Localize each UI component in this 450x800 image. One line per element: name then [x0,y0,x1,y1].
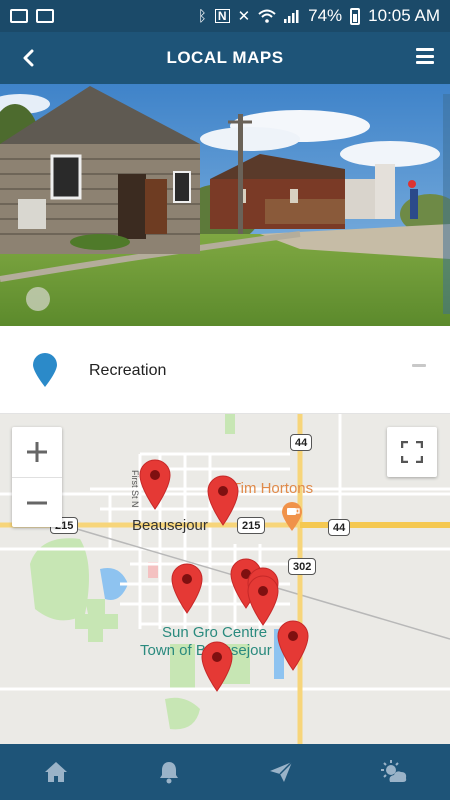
map-marker-2[interactable] [206,474,240,526]
map-marker-7[interactable] [276,619,310,671]
battery-icon [350,7,361,25]
zoom-controls [12,427,62,527]
nav-weather[interactable] [338,744,450,800]
status-right: ᛒ N ✕ 74% 10:05 AM [198,6,440,26]
status-left [10,9,54,23]
map-marker-3[interactable] [170,562,204,614]
clock: 10:05 AM [368,6,440,25]
mute-icon: ✕ [237,7,251,25]
nfc-icon: N [214,9,230,23]
zoom-out-button[interactable] [12,477,62,527]
status-bar: ᛒ N ✕ 74% 10:05 AM [0,0,450,32]
fullscreen-icon [401,441,423,463]
highway-shield-44-east: 44 [328,519,351,536]
cafe-poi-icon[interactable] [280,500,304,532]
wifi-icon [258,9,276,23]
hamburger-bar [416,54,434,58]
battery-percent: 74% [308,6,343,25]
bluetooth-icon: ᛒ [197,7,207,25]
map-view[interactable]: 44 44 215 215 302 Beausejour Tim Hortons… [0,414,450,744]
minus-icon [27,501,47,504]
highway-shield-44-north: 44 [290,434,313,451]
hero-photo [0,84,450,326]
page-title: LOCAL MAPS [166,48,284,67]
category-row-recreation[interactable]: Recreation [0,326,450,414]
highway-shield-215: 215 [237,517,266,534]
category-label: Recreation [89,362,167,379]
town-label: Beausejour [132,517,208,534]
fullscreen-button[interactable] [387,427,437,477]
map-marker-8[interactable] [200,640,234,692]
home-icon [45,762,68,782]
heritage-village-photo [0,84,450,326]
mail-notification-icon [36,9,54,23]
poi-label-tim-hortons[interactable]: Tim Hortons [232,480,313,497]
gallery-notification-icon [10,9,28,23]
bottom-nav [0,744,450,800]
hamburger-menu-icon [416,48,434,51]
map-pin-icon [33,353,57,387]
app-bar: LOCAL MAPS [0,32,450,84]
back-button[interactable] [14,44,42,72]
hamburger-bar [416,61,434,64]
menu-button[interactable] [416,48,434,64]
nav-home[interactable] [0,744,113,800]
minus-icon[interactable] [412,364,426,367]
chevron-left-icon [23,49,34,67]
map-base [0,414,450,744]
signal-icon [284,10,299,23]
map-marker-1[interactable] [138,458,172,510]
nav-send[interactable] [225,744,338,800]
weather-icon [380,760,406,782]
map-marker-6[interactable] [246,574,280,626]
send-icon [270,761,293,782]
bell-icon [159,762,178,784]
zoom-in-button[interactable] [12,427,62,477]
nav-notifications[interactable] [113,744,226,800]
highway-shield-302: 302 [288,558,317,575]
plus-icon [27,442,47,462]
